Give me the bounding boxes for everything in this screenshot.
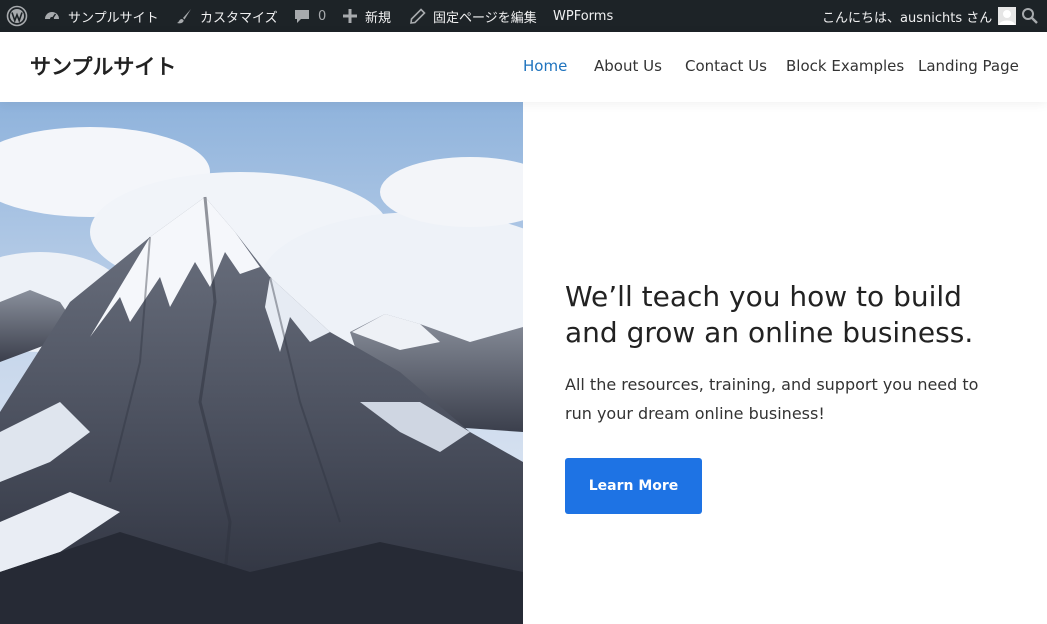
site-title[interactable]: サンプルサイト xyxy=(30,51,176,81)
search-icon[interactable] xyxy=(1021,0,1039,32)
plus-icon xyxy=(343,9,357,23)
nav-landing-page[interactable]: Landing Page xyxy=(918,57,1019,75)
customize-menu[interactable]: カスタマイズ xyxy=(175,0,278,32)
site-name-label: サンプルサイト xyxy=(68,10,159,26)
avatar-icon xyxy=(998,7,1017,25)
hero-mountain-image xyxy=(0,102,523,624)
wpforms-label: WPForms xyxy=(553,8,614,24)
greeting-label: こんにちは、ausnichts さん xyxy=(822,10,993,26)
edit-page-link[interactable]: 固定ページを編集 xyxy=(409,0,537,32)
comments-menu[interactable]: 0 xyxy=(294,0,326,32)
my-account-menu[interactable]: こんにちは、ausnichts さん xyxy=(822,0,1017,32)
admin-bar: サンプルサイト カスタマイズ 0 新規 固定ページを編集 WPForms こんに… xyxy=(0,0,1047,32)
wordpress-logo-icon[interactable] xyxy=(6,0,28,32)
wpforms-menu[interactable]: WPForms xyxy=(553,0,613,32)
pencil-icon xyxy=(409,7,426,25)
nav-block-examples[interactable]: Block Examples xyxy=(786,57,904,75)
brush-icon xyxy=(175,7,193,25)
site-header: サンプルサイト Home About Us Contact Us Block E… xyxy=(0,32,1047,102)
customize-label: カスタマイズ xyxy=(200,10,278,26)
hero-heading: We’ll teach you how to build and grow an… xyxy=(565,280,974,349)
comment-icon xyxy=(294,8,310,24)
learn-more-button[interactable]: Learn More xyxy=(565,458,702,514)
site-name-menu[interactable]: サンプルサイト xyxy=(43,0,159,32)
new-content-menu[interactable]: 新規 xyxy=(343,0,391,32)
nav-home[interactable]: Home xyxy=(523,57,567,75)
hero-description: All the resources, training, and support… xyxy=(565,375,979,423)
edit-page-label: 固定ページを編集 xyxy=(433,10,537,26)
nav-about-us[interactable]: About Us xyxy=(594,57,662,75)
comments-count: 0 xyxy=(318,8,327,24)
nav-contact-us[interactable]: Contact Us xyxy=(685,57,767,75)
new-label: 新規 xyxy=(365,10,392,26)
dashboard-icon xyxy=(43,7,61,25)
